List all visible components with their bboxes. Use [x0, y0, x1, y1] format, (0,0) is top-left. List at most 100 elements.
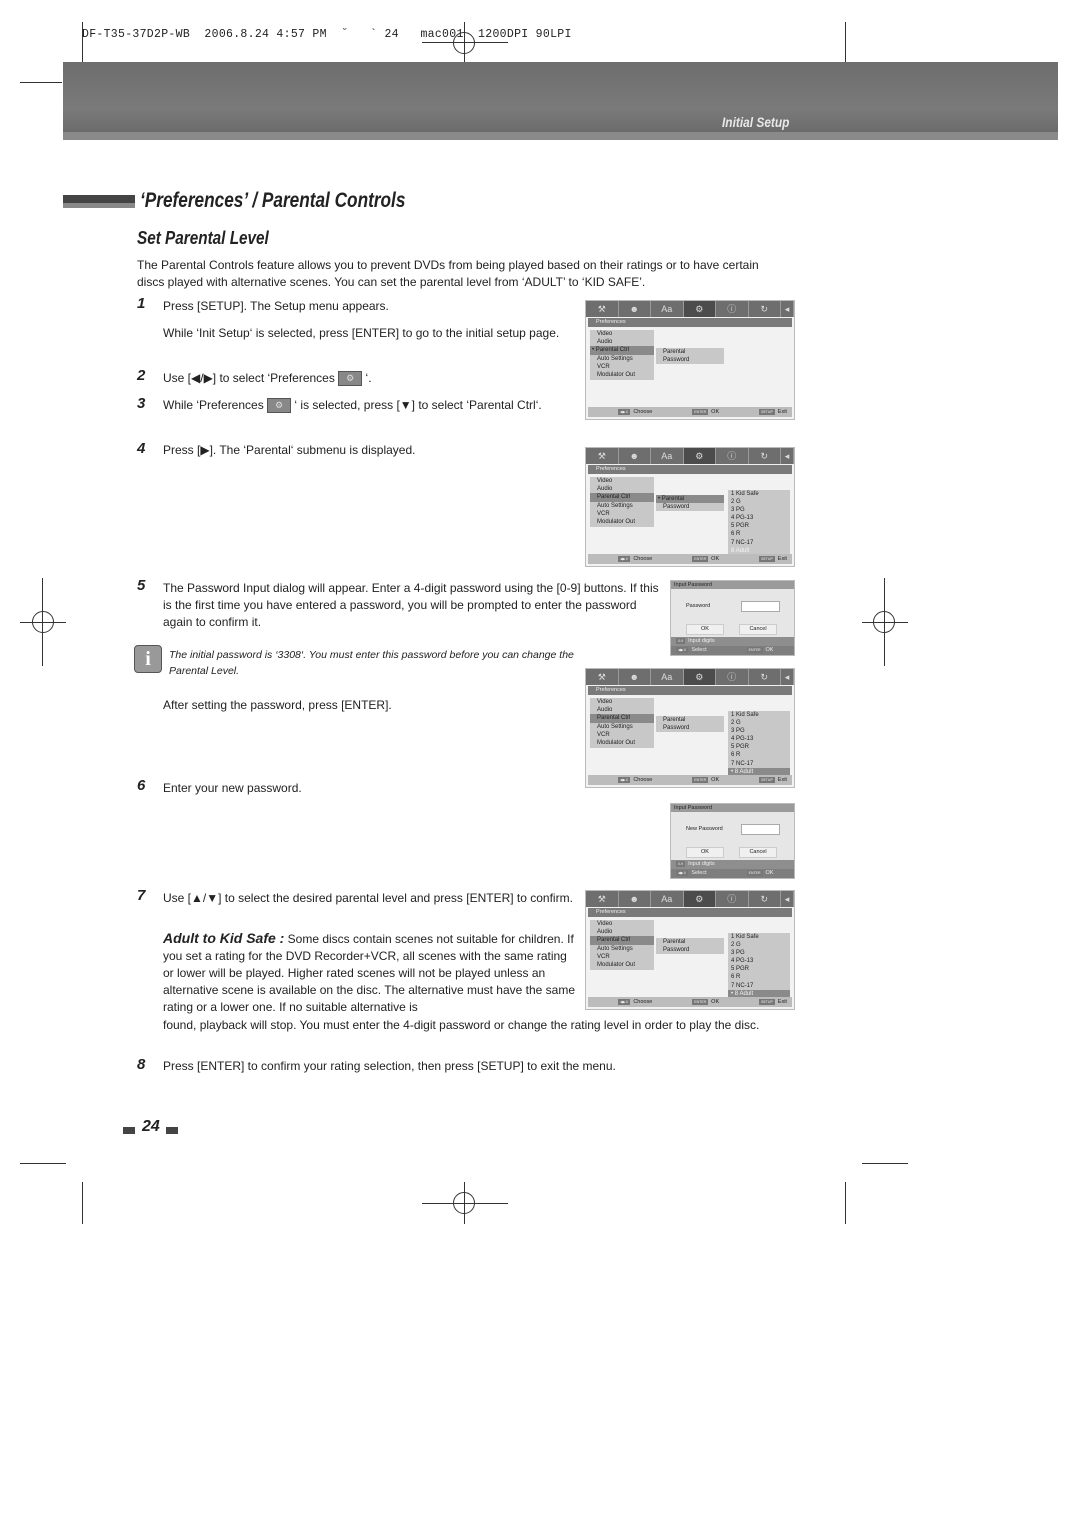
menu-item[interactable]: Video — [590, 698, 654, 706]
rating-option[interactable]: 3 PG — [728, 727, 790, 735]
menu-item[interactable]: Auto Settings — [590, 945, 654, 953]
rating-option[interactable]: 4 PG-13 — [728, 957, 790, 965]
rating-option[interactable]: 7 NC-17 — [728, 760, 790, 768]
footer-hint-label: Exit — [777, 409, 787, 415]
menu-item[interactable]: Modulator Out — [590, 739, 654, 747]
password-label: New Password — [686, 826, 723, 832]
rating-option[interactable]: 2 G — [728, 719, 790, 727]
rating-option[interactable]: 4 PG-13 — [728, 514, 790, 522]
rating-option[interactable]: 2 G — [728, 941, 790, 949]
step-text-part: ‘ is selected, press [▼] to select ‘Pare… — [294, 398, 542, 412]
menu-item[interactable]: Audio — [590, 485, 654, 493]
hint-row: ◀▶⇕ Select ENTER OK — [671, 869, 794, 878]
rating-option[interactable]: 2 G — [728, 498, 790, 506]
menu-item[interactable]: • Parental Ctrl — [590, 346, 654, 355]
submenu-item[interactable]: Parental — [656, 716, 724, 724]
menu-item[interactable]: Auto Settings — [590, 355, 654, 363]
language-icon[interactable]: Aa — [651, 448, 684, 464]
submenu-item[interactable]: Password — [656, 946, 724, 954]
rating-option[interactable]: 7 NC-17 — [728, 982, 790, 990]
arrow-icon[interactable]: ◂ — [781, 448, 794, 464]
menu-item[interactable]: Parental Ctrl — [590, 714, 654, 723]
setup-key-icon: SETUP — [759, 556, 775, 562]
rating-option[interactable]: 3 PG — [728, 949, 790, 957]
language-icon[interactable]: Aa — [651, 301, 684, 317]
password-input[interactable] — [741, 824, 780, 835]
page-number-bar — [123, 1127, 135, 1134]
rating-option[interactable]: 6 R — [728, 530, 790, 538]
menu-item[interactable]: VCR — [590, 363, 654, 371]
submenu-item[interactable]: Password — [656, 503, 724, 511]
submenu-item[interactable]: Password — [656, 724, 724, 732]
menu-item[interactable]: Audio — [590, 706, 654, 714]
cancel-button[interactable]: Cancel — [739, 624, 777, 635]
rating-option[interactable]: 6 R — [728, 751, 790, 759]
person-icon[interactable]: ☻ — [619, 891, 651, 907]
submenu-item[interactable]: Parental — [656, 348, 724, 356]
menu-item[interactable]: Audio — [590, 338, 654, 346]
rating-option[interactable]: 1 Kid Safe — [728, 711, 790, 719]
rating-option[interactable]: 1 Kid Safe — [728, 933, 790, 941]
password-label: Password — [686, 603, 711, 609]
submenu-item[interactable]: • Parental — [656, 495, 724, 504]
tools-icon[interactable]: ⚒ — [586, 669, 619, 685]
menu-item[interactable]: Audio — [590, 928, 654, 936]
menu-item[interactable]: VCR — [590, 731, 654, 739]
menu-item[interactable]: Modulator Out — [590, 371, 654, 379]
menu-item[interactable]: Modulator Out — [590, 518, 654, 526]
rating-option[interactable]: 3 PG — [728, 506, 790, 514]
menu-item[interactable]: Video — [590, 920, 654, 928]
tools-icon[interactable]: ⚒ — [586, 301, 619, 317]
menu-item[interactable]: Parental Ctrl — [590, 493, 654, 502]
menu-item[interactable]: Parental Ctrl — [590, 936, 654, 945]
info-icon[interactable]: ⓘ — [716, 891, 749, 907]
submenu-item[interactable]: Parental — [656, 938, 724, 946]
menu-item[interactable]: Video — [590, 477, 654, 485]
rating-option[interactable]: 5 PGR — [728, 743, 790, 751]
rating-option[interactable]: 5 PGR — [728, 965, 790, 973]
person-icon[interactable]: ☻ — [619, 669, 651, 685]
menu-item[interactable]: Video — [590, 330, 654, 338]
preferences-gear-icon[interactable]: ⚙ — [683, 448, 716, 464]
preferences-gear-icon[interactable]: ⚙ — [683, 669, 716, 685]
menu-item[interactable]: VCR — [590, 953, 654, 961]
tools-icon[interactable]: ⚒ — [586, 891, 619, 907]
menu-item[interactable]: Auto Settings — [590, 723, 654, 731]
menu-tab-bar: ⚒ ☻ Aa ⚙ ⓘ ↻ ◂ — [586, 448, 794, 464]
preferences-gear-icon[interactable]: ⚙ — [683, 891, 716, 907]
info-icon[interactable]: ⓘ — [716, 448, 749, 464]
preferences-gear-icon[interactable]: ⚙ — [683, 301, 716, 317]
ok-button[interactable]: OK — [686, 847, 724, 858]
cancel-button[interactable]: Cancel — [739, 847, 777, 858]
ok-button[interactable]: OK — [686, 624, 724, 635]
rating-option[interactable]: 7 NC-17 — [728, 539, 790, 547]
rating-option[interactable]: 1 Kid Safe — [728, 490, 790, 498]
refresh-icon[interactable]: ↻ — [749, 669, 781, 685]
person-icon[interactable]: ☻ — [619, 301, 651, 317]
refresh-icon[interactable]: ↻ — [749, 448, 781, 464]
rating-option[interactable]: 4 PG-13 — [728, 735, 790, 743]
footer-hint-label: OK — [711, 777, 720, 783]
menu-item[interactable]: VCR — [590, 510, 654, 518]
language-icon[interactable]: Aa — [651, 891, 684, 907]
tools-icon[interactable]: ⚒ — [586, 448, 619, 464]
submenu-item[interactable]: Password — [656, 356, 724, 364]
arrow-icon[interactable]: ◂ — [781, 891, 794, 907]
rating-option[interactable]: 5 PGR — [728, 522, 790, 530]
password-input[interactable] — [741, 601, 780, 612]
crop-mark — [845, 1182, 846, 1224]
menu-item[interactable]: Modulator Out — [590, 961, 654, 969]
arrow-icon[interactable]: ◂ — [781, 669, 794, 685]
person-icon[interactable]: ☻ — [619, 448, 651, 464]
language-icon[interactable]: Aa — [651, 669, 684, 685]
arrow-icon[interactable]: ◂ — [781, 301, 794, 317]
rating-option[interactable]: 6 R — [728, 973, 790, 981]
info-icon[interactable]: ⓘ — [716, 669, 749, 685]
menu-item[interactable]: Auto Settings — [590, 502, 654, 510]
info-icon[interactable]: ⓘ — [716, 301, 749, 317]
setup-menu-screen: ⚒ ☻ Aa ⚙ ⓘ ↻ ◂ Preferences Video Audio Parental Ct… — [585, 890, 795, 1010]
refresh-icon[interactable]: ↻ — [749, 301, 781, 317]
rating-list: 1 Kid Safe 2 G3 PG 4 PG-13 5 PGR 6 R7 NC-17 8… — [728, 490, 790, 556]
refresh-icon[interactable]: ↻ — [749, 891, 781, 907]
arrows-key-icon: ◀▶⇕ — [618, 777, 631, 783]
